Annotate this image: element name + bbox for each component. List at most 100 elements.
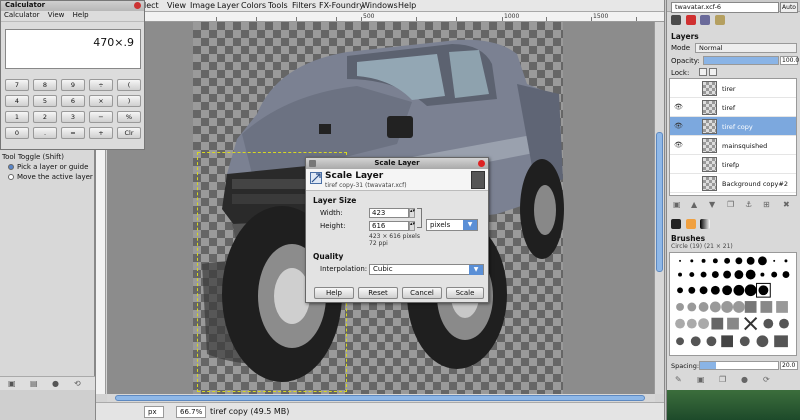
layer-row[interactable]: tirer bbox=[670, 79, 796, 98]
menu-tools[interactable]: Tools bbox=[268, 1, 288, 10]
menu-select[interactable]: lect bbox=[144, 1, 159, 10]
layer-row[interactable]: 👁 tiref bbox=[670, 98, 796, 117]
edit-brush-icon[interactable]: ✎ bbox=[675, 375, 682, 384]
window-menu-icon[interactable] bbox=[309, 160, 316, 167]
calc-key[interactable]: = bbox=[61, 127, 85, 139]
horizontal-scrollbar[interactable] bbox=[107, 394, 655, 402]
calc-menu-view[interactable]: View bbox=[48, 11, 65, 19]
calc-key[interactable]: 6 bbox=[61, 95, 85, 107]
delete-options-icon[interactable]: ● bbox=[52, 379, 59, 388]
radio-icon[interactable] bbox=[8, 174, 14, 180]
calc-key[interactable]: Clr bbox=[117, 127, 141, 139]
tab-layers[interactable] bbox=[671, 15, 681, 25]
visibility-icon[interactable] bbox=[674, 84, 682, 92]
anchor-layer-icon[interactable]: ⚓ bbox=[745, 200, 752, 209]
calc-key[interactable]: ) bbox=[117, 95, 141, 107]
calc-key[interactable]: + bbox=[89, 127, 113, 139]
calc-key[interactable]: 0 bbox=[5, 127, 29, 139]
tab-gradients[interactable] bbox=[700, 219, 711, 229]
calc-key[interactable]: ( bbox=[117, 79, 141, 91]
calc-key[interactable]: 5 bbox=[33, 95, 57, 107]
lock-alpha-checkbox[interactable] bbox=[709, 68, 717, 76]
close-icon[interactable] bbox=[134, 2, 141, 9]
tab-channels[interactable] bbox=[685, 15, 696, 25]
vertical-scrollbar[interactable] bbox=[654, 22, 664, 394]
menu-help[interactable]: Help bbox=[398, 1, 416, 10]
reset-options-icon[interactable]: ⟲ bbox=[74, 379, 81, 388]
refresh-brush-icon[interactable]: ⟳ bbox=[763, 375, 770, 384]
visibility-icon[interactable] bbox=[674, 160, 682, 168]
zoom-selector[interactable]: 66.7% bbox=[176, 406, 206, 418]
brush-grid[interactable] bbox=[669, 252, 797, 356]
menu-colors[interactable]: Colors bbox=[241, 1, 266, 10]
calc-key[interactable]: 1 bbox=[5, 111, 29, 123]
layer-row[interactable]: 👁 mainsquished bbox=[670, 136, 796, 155]
calc-key[interactable]: ÷ bbox=[89, 79, 113, 91]
calc-key[interactable]: 4 bbox=[5, 95, 29, 107]
delete-layer-icon[interactable]: ✖ bbox=[783, 200, 790, 209]
unit-dropdown[interactable]: pixels ▼ bbox=[426, 219, 478, 231]
save-options-icon[interactable]: ▣ bbox=[8, 379, 16, 388]
new-layer-icon[interactable]: ▣ bbox=[673, 200, 681, 209]
raise-layer-icon[interactable]: ▲ bbox=[691, 200, 697, 209]
reset-button[interactable]: Reset bbox=[358, 287, 398, 299]
calc-key[interactable]: 3 bbox=[61, 111, 85, 123]
menu-layer[interactable]: Layer bbox=[217, 1, 239, 10]
duplicate-brush-icon[interactable]: ❐ bbox=[719, 375, 726, 384]
delete-brush-icon[interactable]: ● bbox=[741, 375, 748, 384]
calc-key[interactable]: % bbox=[117, 111, 141, 123]
layer-row[interactable]: tirefp bbox=[670, 155, 796, 174]
visibility-icon[interactable] bbox=[674, 179, 682, 187]
option-move-active-layer[interactable]: Move the active layer bbox=[8, 173, 93, 181]
tab-brushes[interactable] bbox=[671, 219, 681, 229]
tab-patterns[interactable] bbox=[685, 219, 696, 229]
menu-view[interactable]: View bbox=[167, 1, 186, 10]
help-button[interactable]: Help bbox=[314, 287, 354, 299]
layer-row[interactable]: Background copy#2 bbox=[670, 174, 796, 193]
merge-layer-icon[interactable]: ⊞ bbox=[763, 200, 770, 209]
calc-key[interactable]: 7 bbox=[5, 79, 29, 91]
interpolation-dropdown[interactable]: Cubic ▼ bbox=[369, 264, 484, 275]
duplicate-layer-icon[interactable]: ❐ bbox=[727, 200, 734, 209]
spacing-value[interactable]: 20.0 bbox=[780, 361, 798, 370]
calc-key[interactable]: 8 bbox=[33, 79, 57, 91]
restore-options-icon[interactable]: ▤ bbox=[30, 379, 38, 388]
calc-key[interactable]: 2 bbox=[33, 111, 57, 123]
menu-windows[interactable]: Windows bbox=[362, 1, 398, 10]
calc-key[interactable]: × bbox=[89, 95, 113, 107]
tab-undo[interactable] bbox=[714, 15, 725, 25]
chain-icon[interactable] bbox=[417, 208, 422, 228]
close-icon[interactable] bbox=[478, 160, 485, 167]
cancel-button[interactable]: Cancel bbox=[402, 287, 442, 299]
image-selector[interactable]: twavatar.xcf-6 bbox=[671, 2, 779, 13]
unit-selector[interactable]: px bbox=[144, 406, 164, 418]
menu-filters[interactable]: Filters bbox=[292, 1, 316, 10]
calc-key[interactable]: − bbox=[89, 111, 113, 123]
opacity-slider[interactable] bbox=[703, 56, 779, 65]
new-brush-icon[interactable]: ▣ bbox=[697, 375, 705, 384]
eye-icon[interactable]: 👁 bbox=[674, 122, 683, 130]
lock-pixels-checkbox[interactable] bbox=[699, 68, 707, 76]
height-input[interactable]: 616 bbox=[369, 221, 409, 231]
scale-button[interactable]: Scale bbox=[446, 287, 484, 299]
menu-image[interactable]: Image bbox=[190, 1, 215, 10]
calc-key[interactable]: . bbox=[33, 127, 57, 139]
mode-dropdown[interactable]: Normal bbox=[695, 43, 797, 53]
option-pick-layer[interactable]: Pick a layer or guide bbox=[8, 163, 88, 171]
tab-paths[interactable] bbox=[700, 15, 711, 25]
layer-row-selected[interactable]: 👁 tiref copy bbox=[670, 117, 796, 136]
vertical-scroll-thumb[interactable] bbox=[656, 132, 663, 272]
calc-menu-calculator[interactable]: Calculator bbox=[4, 11, 40, 19]
width-input[interactable]: 423 bbox=[369, 208, 409, 218]
lower-layer-icon[interactable]: ▼ bbox=[709, 200, 715, 209]
radio-icon[interactable] bbox=[8, 164, 14, 170]
menu-fx-foundry[interactable]: FX-Foundry bbox=[319, 1, 364, 10]
eye-icon[interactable]: 👁 bbox=[674, 103, 683, 111]
width-spinner[interactable]: ▴▾ bbox=[409, 208, 415, 218]
horizontal-scroll-thumb[interactable] bbox=[115, 395, 645, 401]
calc-menu-help[interactable]: Help bbox=[73, 11, 89, 19]
auto-button[interactable]: Auto bbox=[780, 2, 798, 13]
eye-icon[interactable]: 👁 bbox=[674, 141, 683, 149]
calc-key[interactable]: 9 bbox=[61, 79, 85, 91]
opacity-value[interactable]: 100.0 bbox=[780, 56, 799, 65]
